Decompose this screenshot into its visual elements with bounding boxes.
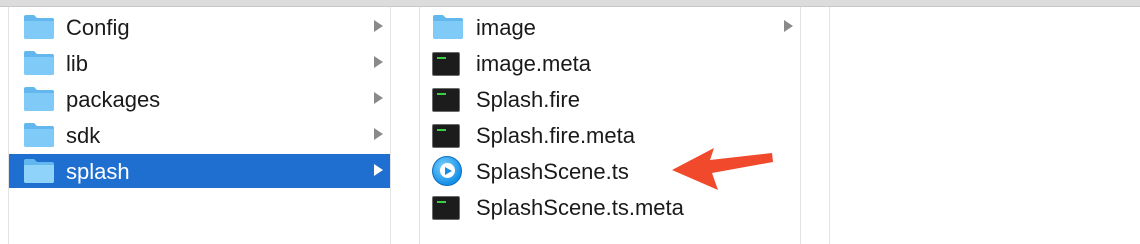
item-label: Config [66,15,130,40]
list-item-config[interactable]: Config [9,10,390,44]
list-item-splash-fire[interactable]: Splash.fire [420,82,800,116]
item-label: splash [66,159,130,184]
item-label: image.meta [476,51,591,76]
window-top-edge [0,0,1140,7]
chevron-right-icon [374,20,383,32]
column-1[interactable]: Config lib packages sdk splash [9,7,391,244]
column-gap [391,7,420,244]
folder-icon [23,12,55,45]
list-item-lib[interactable]: lib [9,46,390,80]
item-label: SplashScene.ts [476,159,629,184]
chevron-right-icon [784,20,793,32]
folder-icon [23,156,55,189]
chevron-right-icon [374,128,383,140]
list-item-image[interactable]: image [420,10,800,44]
column-2[interactable]: image image.meta Splash.fire Splash.fire… [420,7,801,244]
typescript-file-icon [432,156,462,186]
folder-icon [432,12,464,45]
list-item-image-meta[interactable]: image.meta [420,46,800,80]
list-item-sdk[interactable]: sdk [9,118,390,152]
folder-icon [23,84,55,117]
item-label: sdk [66,123,101,148]
column-3-gap [801,7,830,244]
red-arrow-icon [672,148,773,190]
list-item-splash[interactable]: splash [9,154,390,188]
folder-icon [23,48,55,81]
item-label: image [476,15,536,40]
folder-icon [23,120,55,153]
item-label: Splash.fire [476,87,580,112]
chevron-right-icon [374,92,383,104]
column-left-edge [0,7,9,244]
item-label: packages [66,87,161,112]
terminal-file-icon [432,192,460,220]
item-label: lib [66,51,89,76]
list-item-splashscene-ts-meta[interactable]: SplashScene.ts.meta [420,190,800,224]
terminal-file-icon [432,84,460,112]
terminal-file-icon [432,48,460,76]
chevron-right-icon [374,164,383,176]
terminal-file-icon [432,120,460,148]
item-label: SplashScene.ts.meta [476,195,684,220]
item-label: Splash.fire.meta [476,123,635,148]
list-item-packages[interactable]: packages [9,82,390,116]
column-empty [830,7,1140,244]
chevron-right-icon [374,56,383,68]
